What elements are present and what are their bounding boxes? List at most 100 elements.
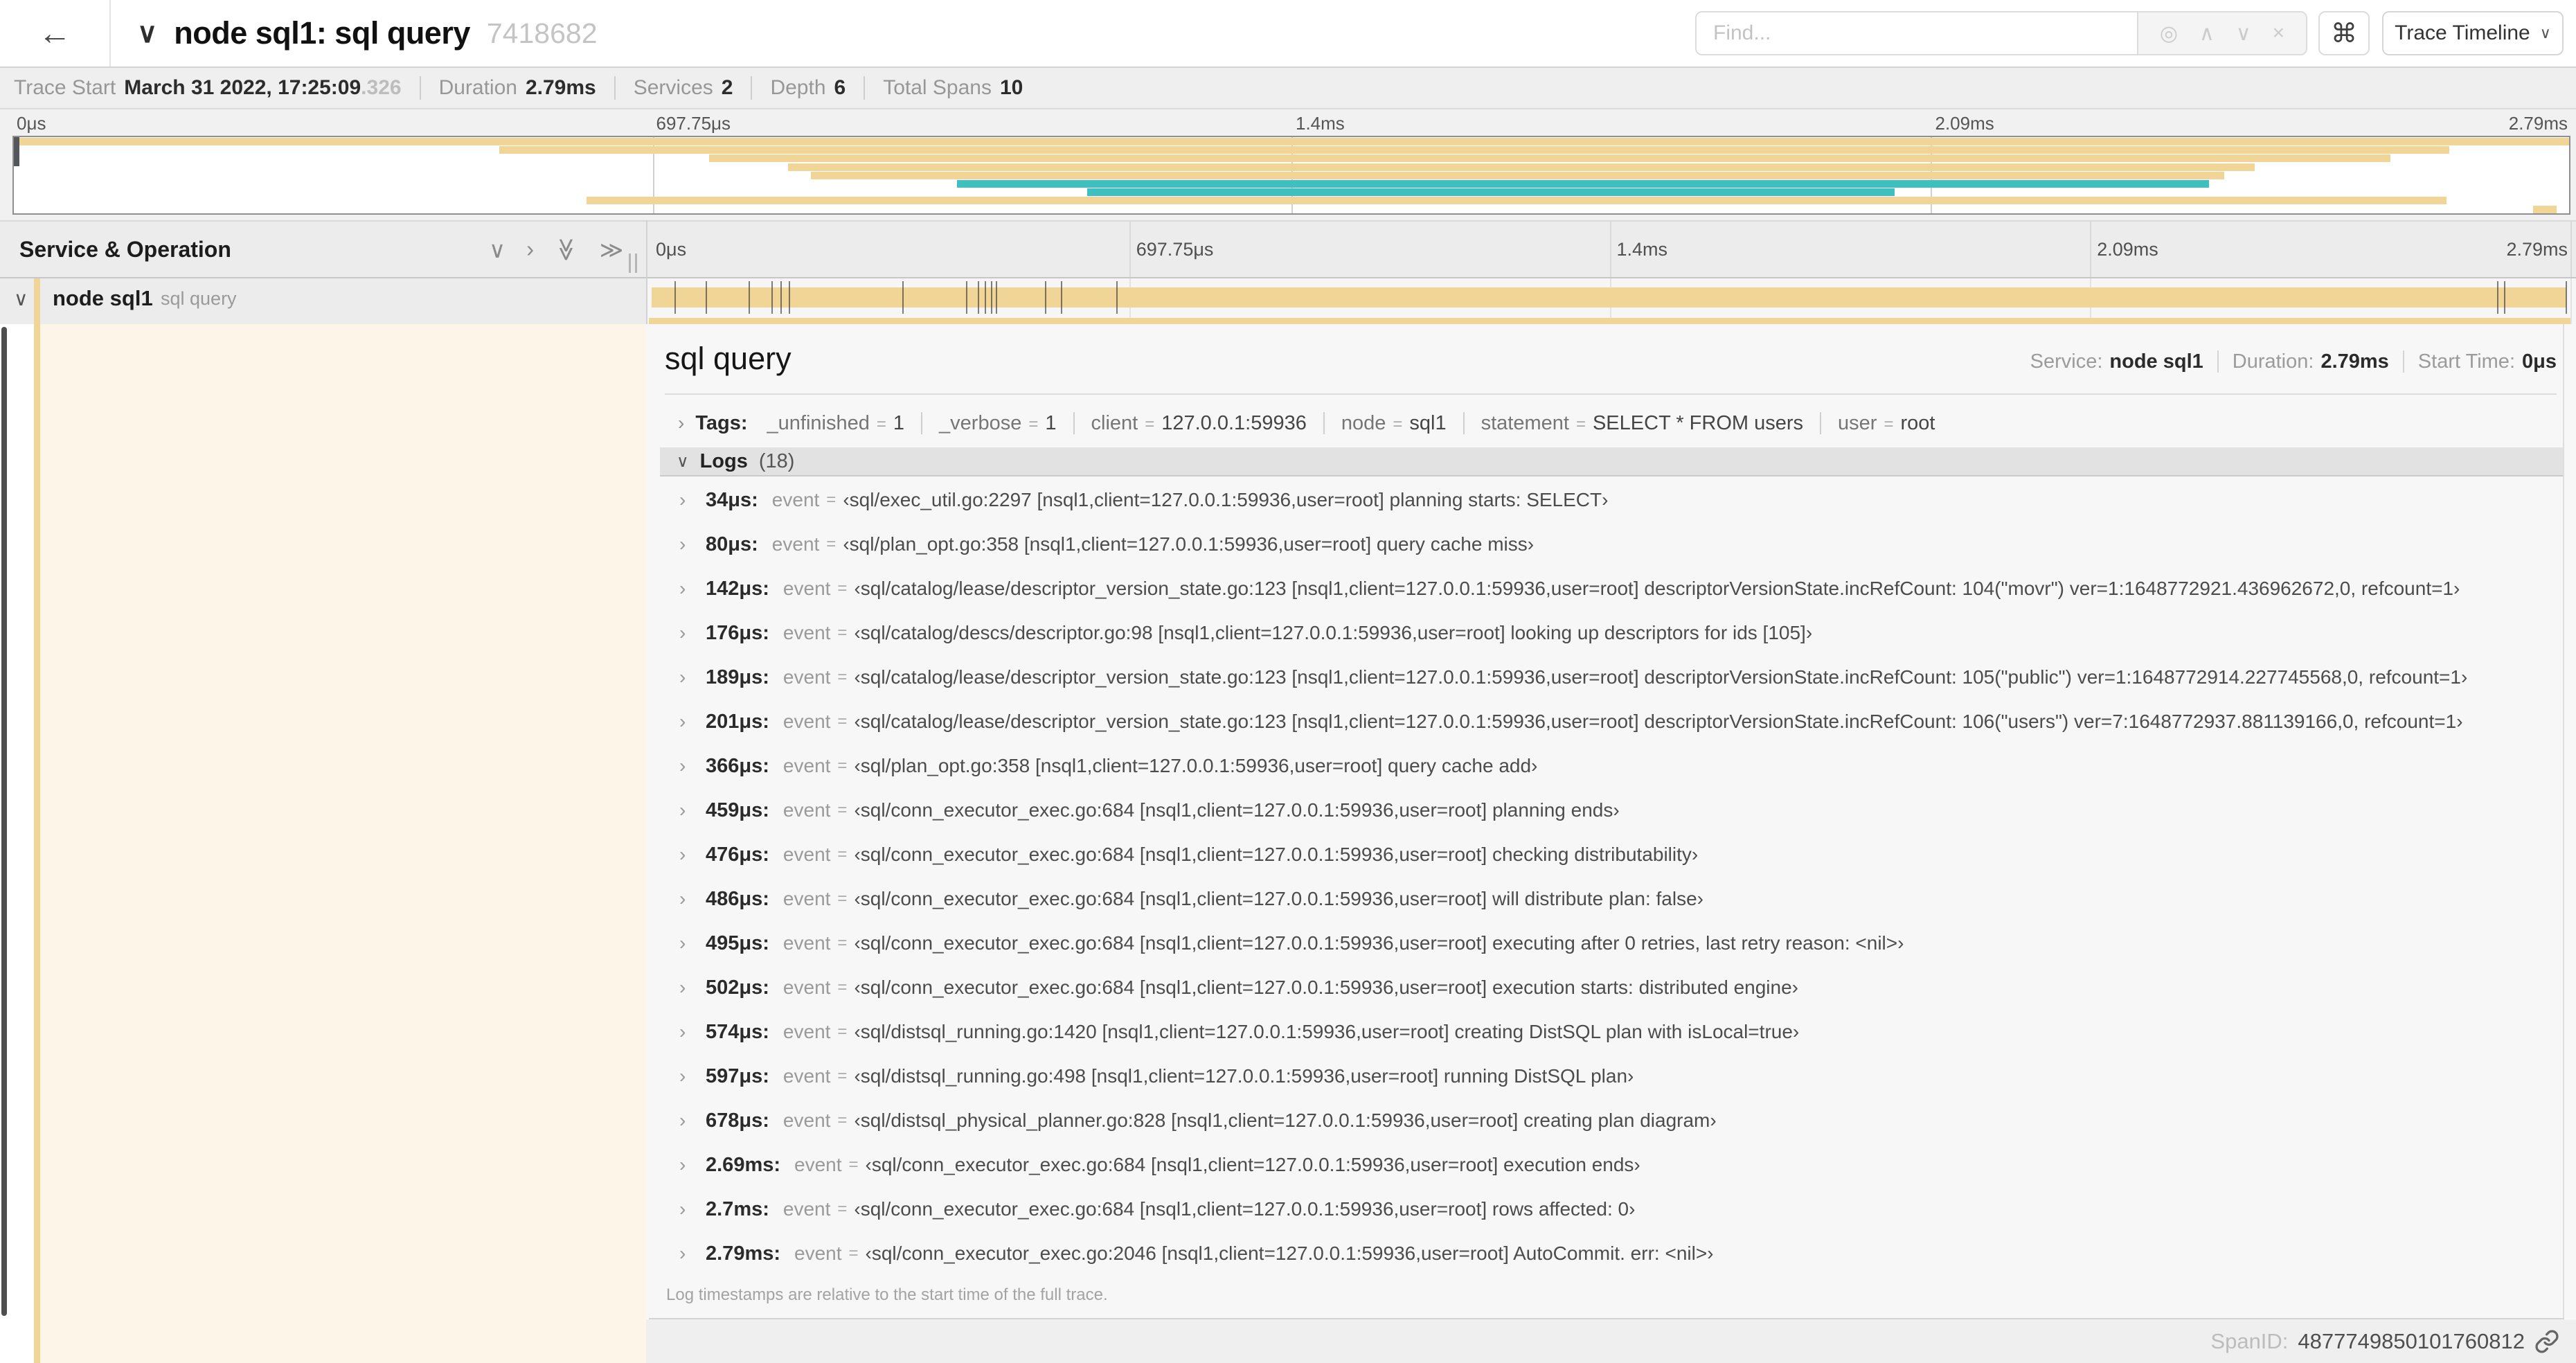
span-duration-bar[interactable] xyxy=(652,281,2567,314)
log-tick xyxy=(789,281,791,314)
log-value: ‹sql/conn_executor_exec.go:684 [nsql1,cl… xyxy=(854,888,1703,909)
minimap-tick-label: 697.75μs xyxy=(656,112,731,134)
log-entry[interactable]: › 176μs: event = ‹sql/catalog/descs/descript… xyxy=(660,611,2563,655)
log-entry[interactable]: › 486μs: event = ‹sql/conn_executor_exec.go:… xyxy=(660,877,2563,921)
log-entry[interactable]: › 495μs: event = ‹sql/conn_executor_exec.go:… xyxy=(660,921,2563,965)
find-prev-icon[interactable]: ∧ xyxy=(2199,21,2215,46)
log-tick xyxy=(780,281,782,314)
chevron-right-icon[interactable]: › xyxy=(679,932,706,954)
log-value: ‹sql/distsql_physical_planner.go:828 [ns… xyxy=(854,1110,1717,1131)
gridline xyxy=(2090,222,2092,277)
timeline-tick-label: 697.75μs xyxy=(1136,238,1214,260)
column-divider xyxy=(646,220,647,324)
chevron-right-icon[interactable]: › xyxy=(679,1154,706,1176)
log-entry[interactable]: › 678μs: event = ‹sql/distsql_physical_plann… xyxy=(660,1098,2563,1143)
log-field: event xyxy=(794,1242,842,1264)
chevron-right-icon[interactable]: › xyxy=(679,977,706,999)
minimap-tick-label: 2.79ms xyxy=(2508,112,2568,134)
log-field: event xyxy=(782,977,831,998)
log-value: ‹sql/exec_util.go:2297 [nsql1,client=127… xyxy=(843,489,1609,510)
chevron-right-icon[interactable]: › xyxy=(679,578,706,600)
log-timestamp: 201μs: xyxy=(706,710,769,733)
chevron-right-icon[interactable]: › xyxy=(679,711,706,733)
expand-all-icon[interactable]: ≫ xyxy=(600,236,624,263)
minimap-span-bar xyxy=(499,146,2449,154)
log-field: event xyxy=(782,1065,831,1087)
tag-key: client xyxy=(1091,411,1138,434)
chevron-right-icon[interactable]: › xyxy=(679,666,706,688)
find-next-icon[interactable]: ∨ xyxy=(2236,21,2251,46)
log-field: event xyxy=(771,489,820,510)
trace-id: 7418682 xyxy=(486,17,598,49)
chevron-right-icon[interactable]: › xyxy=(679,1110,706,1132)
locate-icon[interactable]: ◎ xyxy=(2160,21,2178,46)
find-input[interactable] xyxy=(1697,12,2137,54)
log-tick xyxy=(1116,281,1118,314)
logs-section-header[interactable]: ∨ Logs (18) xyxy=(660,447,2563,476)
log-entry[interactable]: › 2.79ms: event = ‹sql/conn_executor_exec.go… xyxy=(660,1231,2563,1276)
chevron-right-icon[interactable]: › xyxy=(679,1065,706,1087)
span-id-bar: SpanID: 4877749850101760812 xyxy=(646,1319,2576,1363)
log-entry[interactable]: › 189μs: event = ‹sql/catalog/lease/descript… xyxy=(660,655,2563,700)
log-entry[interactable]: › 597μs: event = ‹sql/distsql_running.go:498… xyxy=(660,1054,2563,1098)
chevron-right-icon[interactable]: › xyxy=(679,888,706,910)
summary-value-fraction: .326 xyxy=(361,76,402,99)
detail-left-accent-area xyxy=(40,324,646,1363)
chevron-right-icon[interactable]: › xyxy=(679,622,706,644)
log-timestamp: 189μs: xyxy=(706,666,769,688)
expand-one-icon[interactable]: › xyxy=(526,236,534,262)
log-entry[interactable]: › 476μs: event = ‹sql/conn_executor_exec.go:… xyxy=(660,832,2563,877)
log-entry[interactable]: › 34μs: event = ‹sql/exec_util.go:2297 [nsql… xyxy=(660,478,2563,522)
summary-separator xyxy=(419,76,421,100)
chevron-right-icon[interactable]: › xyxy=(679,533,706,555)
vertical-scrollbar[interactable] xyxy=(1,327,7,1316)
back-button[interactable]: ← xyxy=(0,0,111,66)
minimap-canvas[interactable] xyxy=(12,136,2570,215)
service-value: node sql1 xyxy=(2109,350,2203,373)
clear-find-icon[interactable]: × xyxy=(2273,21,2285,45)
tag-item: user = root xyxy=(1838,412,1935,435)
minimap-scrubber-handle[interactable] xyxy=(14,137,19,166)
summary-value: March 31 2022, 17:25:09 xyxy=(124,76,361,99)
log-entry[interactable]: › 459μs: event = ‹sql/conn_executor_exec.go:… xyxy=(660,788,2563,832)
log-entry[interactable]: › 80μs: event = ‹sql/plan_opt.go:358 [nsql1,… xyxy=(660,522,2563,567)
view-options-button[interactable]: Trace Timeline ∨ xyxy=(2382,11,2564,55)
span-service-name[interactable]: node sql1 xyxy=(53,278,153,319)
summary-label: Depth xyxy=(770,76,826,99)
gridline xyxy=(1609,222,1611,277)
deep-link-icon[interactable] xyxy=(2534,1329,2559,1354)
equals-sign: = xyxy=(837,801,848,819)
tag-value: root xyxy=(1900,411,1935,434)
log-tick xyxy=(1060,281,1062,314)
log-field: event xyxy=(782,711,831,732)
span-id-label: SpanID: xyxy=(2210,1328,2289,1353)
collapse-all-icon[interactable]: ≫ xyxy=(553,238,580,262)
log-value: ‹sql/distsql_running.go:498 [nsql1,clien… xyxy=(854,1065,1634,1087)
equals-sign: = xyxy=(826,490,837,509)
collapse-title-chevron-icon[interactable]: ∨ xyxy=(137,17,157,49)
log-entry[interactable]: › 201μs: event = ‹sql/catalog/lease/descript… xyxy=(660,700,2563,744)
collapse-one-icon[interactable]: ∨ xyxy=(489,236,506,263)
log-entry[interactable]: › 142μs: event = ‹sql/catalog/lease/descript… xyxy=(660,567,2563,611)
log-timestamp: 80μs: xyxy=(706,533,758,555)
chevron-right-icon[interactable]: › xyxy=(679,755,706,777)
log-entry[interactable]: › 366μs: event = ‹sql/plan_opt.go:358 [nsql1… xyxy=(660,744,2563,788)
logs-count: (18) xyxy=(758,449,795,472)
log-timestamp: 597μs: xyxy=(706,1064,769,1087)
equals-sign: = xyxy=(826,535,837,553)
chevron-right-icon[interactable]: › xyxy=(679,799,706,821)
chevron-right-icon[interactable]: › xyxy=(679,1242,706,1265)
tags-row[interactable]: › Tags: _unfinished = 1 _verbose = 1 client = 12… xyxy=(660,403,2563,443)
log-entry[interactable]: › 2.7ms: event = ‹sql/conn_executor_exec.go:… xyxy=(660,1187,2563,1231)
keyboard-shortcuts-button[interactable]: ⌘ xyxy=(2318,11,2370,55)
log-entry[interactable]: › 502μs: event = ‹sql/conn_executor_exec.go:… xyxy=(660,965,2563,1010)
log-entry[interactable]: › 2.69ms: event = ‹sql/conn_executor_exec.go… xyxy=(660,1143,2563,1187)
chevron-right-icon[interactable]: › xyxy=(679,1198,706,1220)
chevron-right-icon[interactable]: › xyxy=(679,1021,706,1043)
column-resizer-grip[interactable] xyxy=(629,253,637,273)
log-entry[interactable]: › 574μs: event = ‹sql/distsql_running.go:142… xyxy=(660,1010,2563,1054)
chevron-right-icon[interactable]: › xyxy=(679,489,706,511)
span-collapse-chevron-icon[interactable]: ∨ xyxy=(14,278,28,319)
chevron-right-icon[interactable]: › xyxy=(679,844,706,866)
logs-label: Logs xyxy=(699,449,748,472)
